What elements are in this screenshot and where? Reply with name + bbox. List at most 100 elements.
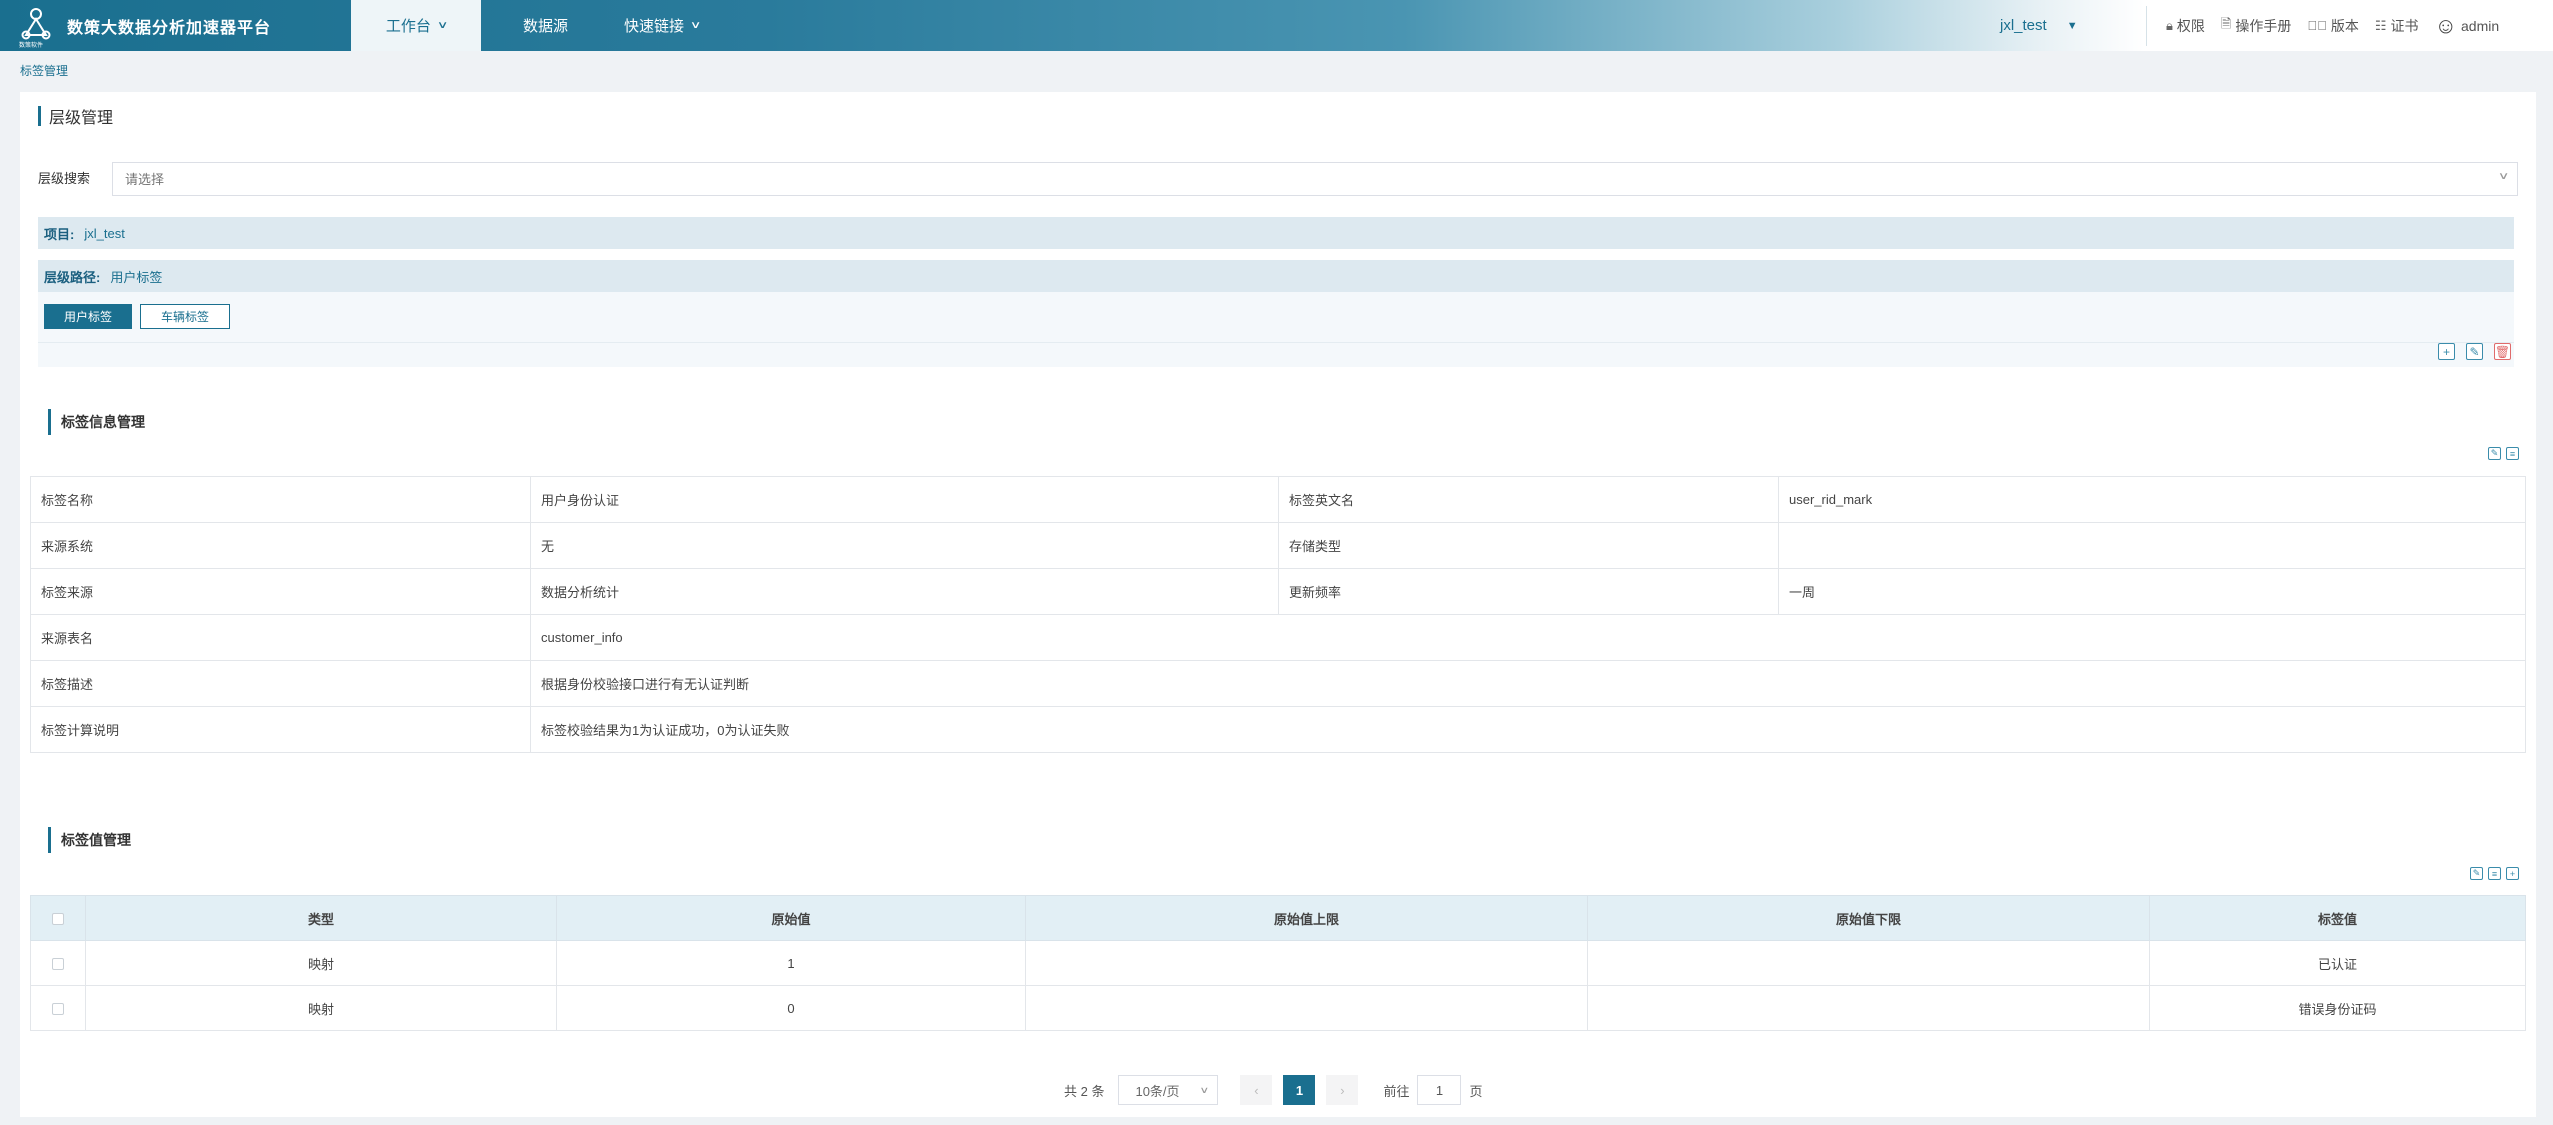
value-cell <box>1025 985 1588 1031</box>
chevron-down-icon: ∨ <box>436 20 449 31</box>
heading-accent <box>48 827 51 853</box>
table-row: 标签名称 用户身份认证 标签英文名 user_rid_mark <box>30 476 2526 523</box>
permission-label: 权限 <box>2176 17 2205 34</box>
value-cell: 已认证 <box>2149 940 2526 986</box>
info-key: 标签来源 <box>30 568 531 615</box>
header-tools: 🔒︎ 权限 🗎 操作手册 ✓⃝ 版本 ☷ 证书 ☺ admin <box>2166 0 2515 51</box>
goto-suffix: 页 <box>1469 1083 1483 1099</box>
value-cell: 映射 <box>85 985 557 1031</box>
tag-vehicle-button[interactable]: 车辆标签 <box>140 304 230 329</box>
value-cell: 1 <box>556 940 1026 986</box>
nav-quicklinks[interactable]: 快速链接 ∨ <box>596 0 727 51</box>
table-row[interactable]: 映射 1 已认证 <box>30 940 2526 986</box>
project-value: jxl_test <box>84 225 125 241</box>
row-checkbox[interactable] <box>52 958 64 971</box>
delete-icon[interactable]: 🗑︎ <box>2494 343 2511 360</box>
app-title: 数策大数据分析加速器平台 <box>67 19 272 37</box>
version-link[interactable]: ✓⃝ 版本 <box>2307 16 2359 36</box>
pagination: 共 2 条 10条/页 ∨ ‹ 1 › 前往 1 页 <box>1064 1075 1483 1105</box>
tag-user-button[interactable]: 用户标签 <box>44 304 132 329</box>
nav-datasource[interactable]: 数据源 <box>495 0 596 51</box>
edit-icon[interactable]: ✎ <box>2488 447 2501 460</box>
chevron-right-icon: › <box>1340 1082 1345 1098</box>
info-value: 一周 <box>1778 568 2526 615</box>
chevron-down-icon: ∨ <box>689 20 702 31</box>
page-number-current[interactable]: 1 <box>1283 1075 1316 1105</box>
goto-prefix: 前往 <box>1383 1083 1410 1099</box>
tag-values-heading: 标签值管理 <box>48 827 131 853</box>
user-name: admin <box>2461 17 2500 34</box>
add-icon[interactable]: + <box>2438 343 2455 360</box>
path-label: 层级路径: <box>44 269 101 285</box>
tag-group-box: 用户标签 车辆标签 + ✎ 🗑︎ <box>38 292 2514 367</box>
info-key: 标签名称 <box>30 476 531 523</box>
info-key: 存储类型 <box>1278 522 1779 569</box>
table-row: 来源系统 无 存储类型 <box>30 522 2526 569</box>
nav-quicklinks-label: 快速链接 <box>624 18 685 35</box>
nav-workbench[interactable]: 工作台 ∨ <box>351 0 481 51</box>
info-key: 来源表名 <box>30 614 531 661</box>
page-size-select[interactable]: 10条/页 ∨ <box>1118 1075 1219 1105</box>
project-strip: 项目: jxl_test <box>38 217 2514 249</box>
top-bar: 数策软件 数策大数据分析加速器平台 工作台 ∨ 数据源 快速链接 ∨ jxl_t… <box>0 0 2553 51</box>
tag-values-table: 类型 原始值 原始值上限 原始值下限 标签值 映射 1 已认证 映射 0 错误身… <box>30 895 2526 1031</box>
save-icon[interactable]: ≡ <box>2488 867 2501 880</box>
path-strip: 层级路径: 用户标签 <box>38 260 2514 292</box>
row-select-cell <box>30 940 86 986</box>
chevron-down-icon: ∨ <box>1199 1084 1210 1095</box>
main-panel: 层级管理 层级搜索 ∨ 项目: jxl_test 层级路径: 用户标签 用户标签… <box>20 92 2536 1117</box>
info-value: 用户身份认证 <box>530 476 1279 523</box>
table-row: 标签来源 数据分析统计 更新频率 一周 <box>30 568 2526 615</box>
goto-page-input[interactable]: 1 <box>1417 1075 1462 1105</box>
add-icon[interactable]: + <box>2506 867 2519 880</box>
page-size-value: 10条/页 <box>1135 1083 1180 1099</box>
user-menu[interactable]: ☺ admin <box>2435 13 2500 39</box>
edit-icon[interactable]: ✎ <box>2466 343 2483 360</box>
logo-caption: 数策软件 <box>19 42 44 49</box>
certificate-icon: ☷ <box>2374 17 2387 33</box>
permission-link[interactable]: 🔒︎ 权限 <box>2166 16 2205 36</box>
table-row[interactable]: 映射 0 错误身份证码 <box>30 985 2526 1031</box>
nav-datasource-label: 数据源 <box>523 18 569 35</box>
column-header: 原始值上限 <box>1025 895 1588 941</box>
caret-down-icon: ▼ <box>2066 19 2078 32</box>
level-search-input[interactable] <box>113 163 2517 195</box>
next-page-button[interactable]: › <box>1326 1075 1359 1105</box>
info-value: customer_info <box>530 614 2526 661</box>
manual-label: 操作手册 <box>2235 17 2292 34</box>
column-header: 原始值 <box>556 895 1026 941</box>
brand[interactable]: 数策软件 数策大数据分析加速器平台 <box>0 0 350 51</box>
value-cell <box>1587 985 2150 1031</box>
tag-info-title: 标签信息管理 <box>61 414 145 430</box>
save-icon[interactable]: ≡ <box>2506 447 2519 460</box>
column-header: 标签值 <box>2149 895 2526 941</box>
tag-values-title: 标签值管理 <box>61 832 131 848</box>
table-row: 标签计算说明 标签校验结果为1为认证成功，0为认证失败 <box>30 706 2526 753</box>
level-search-select[interactable]: ∨ <box>112 162 2518 196</box>
table-row: 标签描述 根据身份校验接口进行有无认证判断 <box>30 660 2526 707</box>
goto-page: 前往 1 页 <box>1383 1075 1483 1105</box>
breadcrumb[interactable]: 标签管理 <box>20 62 68 79</box>
select-all-checkbox[interactable] <box>52 913 64 926</box>
column-header: 原始值下限 <box>1587 895 2150 941</box>
info-key: 标签计算说明 <box>30 706 531 753</box>
info-value: 数据分析统计 <box>530 568 1279 615</box>
project-select-value: jxl_test <box>2000 17 2047 34</box>
edit-icon[interactable]: ✎ <box>2470 867 2483 880</box>
logo-icon: 数策软件 <box>18 5 54 49</box>
certificate-label: 证书 <box>2390 17 2419 34</box>
value-cell <box>1025 940 1588 986</box>
value-cell: 错误身份证码 <box>2149 985 2526 1031</box>
header-divider <box>2146 6 2147 46</box>
lock-icon: 🔒︎ <box>2166 17 2173 33</box>
prev-page-button[interactable]: ‹ <box>1240 1075 1273 1105</box>
version-icon: ✓⃝ <box>2307 18 2327 33</box>
info-value: 根据身份校验接口进行有无认证判断 <box>530 660 2526 707</box>
info-value: 无 <box>530 522 1279 569</box>
row-checkbox[interactable] <box>52 1003 64 1016</box>
certificate-link[interactable]: ☷ 证书 <box>2375 16 2419 36</box>
project-select[interactable]: jxl_test ▼ <box>2000 0 2078 51</box>
pagination-total: 共 2 条 <box>1064 1083 1105 1099</box>
manual-link[interactable]: 🗎 操作手册 <box>2221 15 2291 37</box>
project-label: 项目: <box>44 226 75 242</box>
